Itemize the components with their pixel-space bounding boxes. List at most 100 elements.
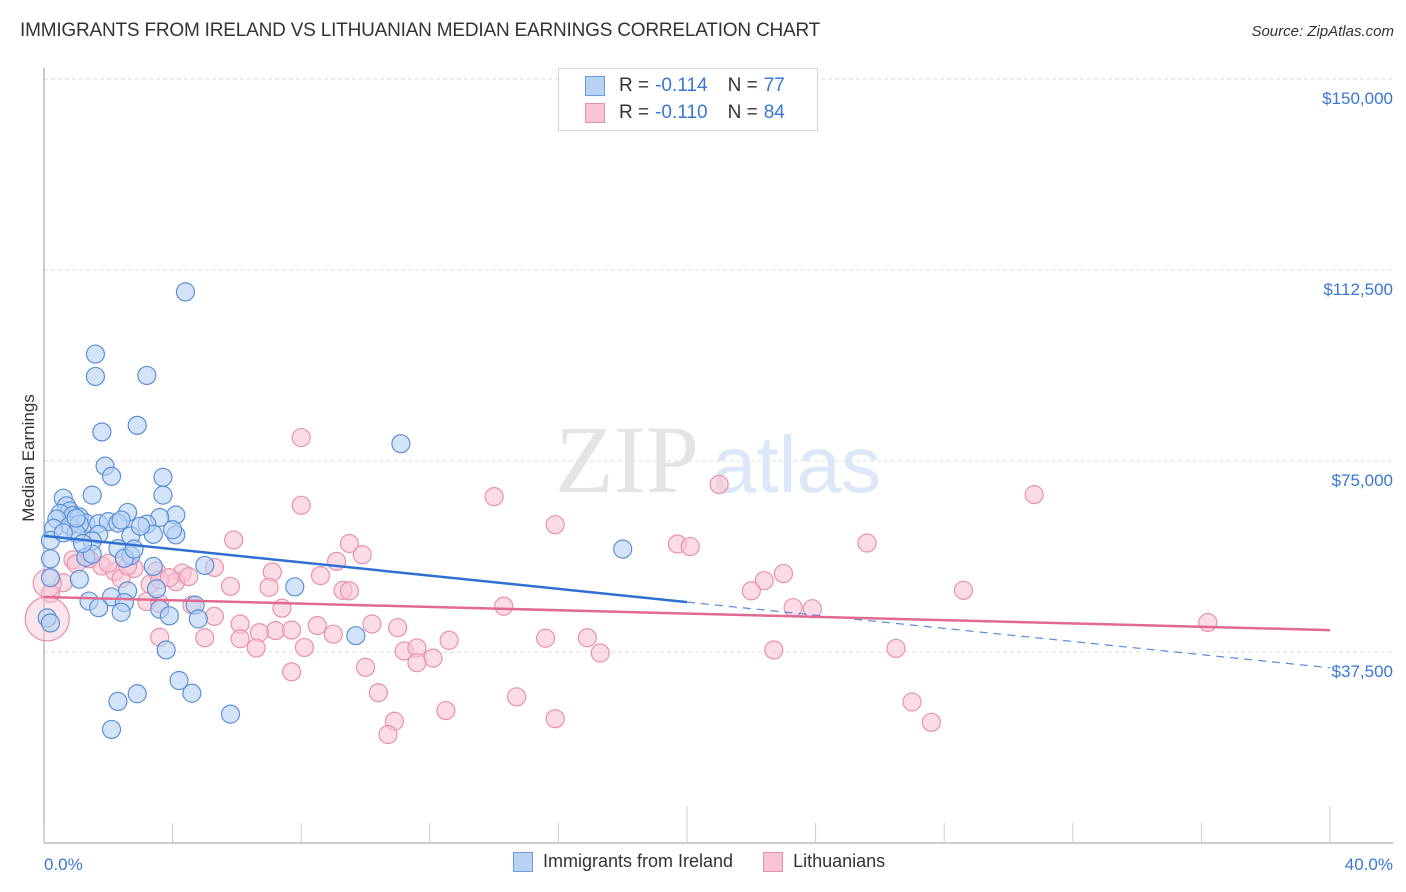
lithuanians-point (281, 662, 302, 682)
legend-label-lithuanians: Lithuanians (793, 851, 886, 871)
lithuanians-point (294, 637, 315, 658)
lithuanians-point (921, 712, 941, 732)
lithuanians-point (323, 624, 343, 644)
lithuanians-point (545, 709, 565, 729)
lithuanians-point (224, 530, 244, 550)
ireland-point (346, 626, 366, 646)
ireland-point (66, 508, 86, 528)
legend-item-lithuanians[interactable]: Lithuanians (763, 851, 885, 872)
correlation-legend: R = -0.114 N = 77 R = -0.110 N = 84 (558, 68, 818, 131)
y-tick-label: $150,000 (1322, 89, 1393, 108)
watermark-atlas: atlas (712, 420, 881, 509)
lithuanians-point (407, 653, 427, 673)
ireland-trend-extension (686, 601, 1331, 669)
ireland-point (285, 577, 305, 597)
r-label: R = (619, 75, 650, 96)
lithuanians-point (339, 581, 360, 601)
ireland-point (613, 539, 633, 559)
ireland-point (127, 684, 147, 704)
ireland-point (72, 533, 93, 554)
lithuanians-swatch (763, 851, 784, 872)
lithuanians-point (265, 621, 286, 641)
lithuanians-point (291, 495, 311, 515)
lithuanians-point (857, 533, 877, 553)
lithuanians-point (246, 638, 266, 658)
legend-row-lithuanians: R = -0.110 N = 84 (585, 101, 785, 125)
ireland-point (182, 683, 202, 703)
ireland-point (137, 365, 157, 386)
lithuanians-point (423, 648, 443, 668)
ireland-point (92, 422, 112, 442)
ireland-point (124, 539, 144, 559)
lithuanians-point (307, 615, 327, 636)
y-tick-label: $112,500 (1323, 280, 1393, 299)
lithuanians-point (388, 617, 408, 638)
legend-item-ireland[interactable]: Immigrants from Ireland (513, 851, 733, 872)
lithuanians-point (484, 487, 504, 507)
ireland-point (85, 344, 106, 364)
lithuanians-point (204, 606, 224, 626)
ireland-point (127, 415, 147, 435)
trend-lines (43, 534, 1331, 669)
legend-label-ireland: Immigrants from Ireland (543, 851, 734, 871)
lithuanians-point (953, 580, 974, 600)
y-axis-title: Median Earnings (19, 394, 38, 522)
n-label: N = (727, 75, 758, 96)
ireland-point (188, 609, 208, 629)
ireland-point (391, 434, 411, 454)
r-value: -0.110 (655, 102, 708, 123)
n-value: 77 (763, 75, 785, 96)
lithuanians-point (436, 700, 456, 721)
y-tick-labels: $37,500 $75,000 $112,500 $150,000 (1322, 89, 1393, 681)
ireland-point (195, 555, 215, 576)
ireland-point (101, 719, 122, 740)
n-label: N = (727, 102, 758, 123)
lithuanians-point (1024, 485, 1044, 505)
series-legend: Immigrants from Ireland Lithuanians (513, 851, 915, 872)
gridlines (44, 78, 1393, 653)
lithuanians-point (590, 643, 610, 663)
lithuanians-point (545, 515, 565, 535)
x-tick-label-max: 40.0% (1345, 855, 1393, 874)
lithuanians-point (378, 724, 398, 745)
lithuanians-point (291, 427, 311, 448)
y-tick-label: $75,000 (1332, 471, 1393, 490)
ireland-point (220, 704, 241, 724)
ireland-swatch (585, 76, 605, 96)
ireland-point (40, 613, 61, 633)
lithuanians-point (355, 657, 376, 677)
ireland-point (69, 569, 89, 589)
ireland-point (163, 520, 183, 540)
lithuanians-point (773, 563, 794, 584)
lithuanians-point (310, 565, 331, 586)
lithuanians-point (535, 628, 556, 648)
ireland-point (130, 516, 151, 536)
lithuanians-swatch (585, 103, 605, 123)
ireland-point (40, 568, 61, 588)
lithuanians-point (577, 628, 597, 648)
ireland-point (108, 691, 128, 712)
ireland-point (153, 467, 173, 487)
scatter-chart: ZIP atlas $37,500 $75,000 $112,500 $150,000… (19, 68, 1393, 874)
ireland-point (40, 549, 61, 569)
lithuanians-point (1198, 612, 1218, 633)
lithuanians-point (352, 545, 372, 565)
ireland-point (89, 598, 109, 618)
lithuanians-point (230, 629, 250, 649)
lithuanians-point (281, 620, 302, 640)
ireland-point (159, 606, 179, 626)
ireland-point (101, 466, 122, 486)
lithuanians-point (494, 596, 514, 616)
lithuanians-point (709, 474, 729, 495)
ireland-point (175, 282, 196, 302)
lithuanians-point (680, 536, 700, 557)
ireland-swatch (513, 851, 533, 872)
y-tick-label: $37,500 (1332, 662, 1393, 681)
lithuanians-point (195, 628, 215, 648)
lithuanians-point (179, 567, 199, 587)
ireland-point (82, 485, 102, 505)
ireland-point (85, 366, 106, 387)
ireland-point (111, 602, 131, 622)
r-value: -0.114 (655, 75, 708, 96)
lithuanians-point (764, 640, 784, 660)
